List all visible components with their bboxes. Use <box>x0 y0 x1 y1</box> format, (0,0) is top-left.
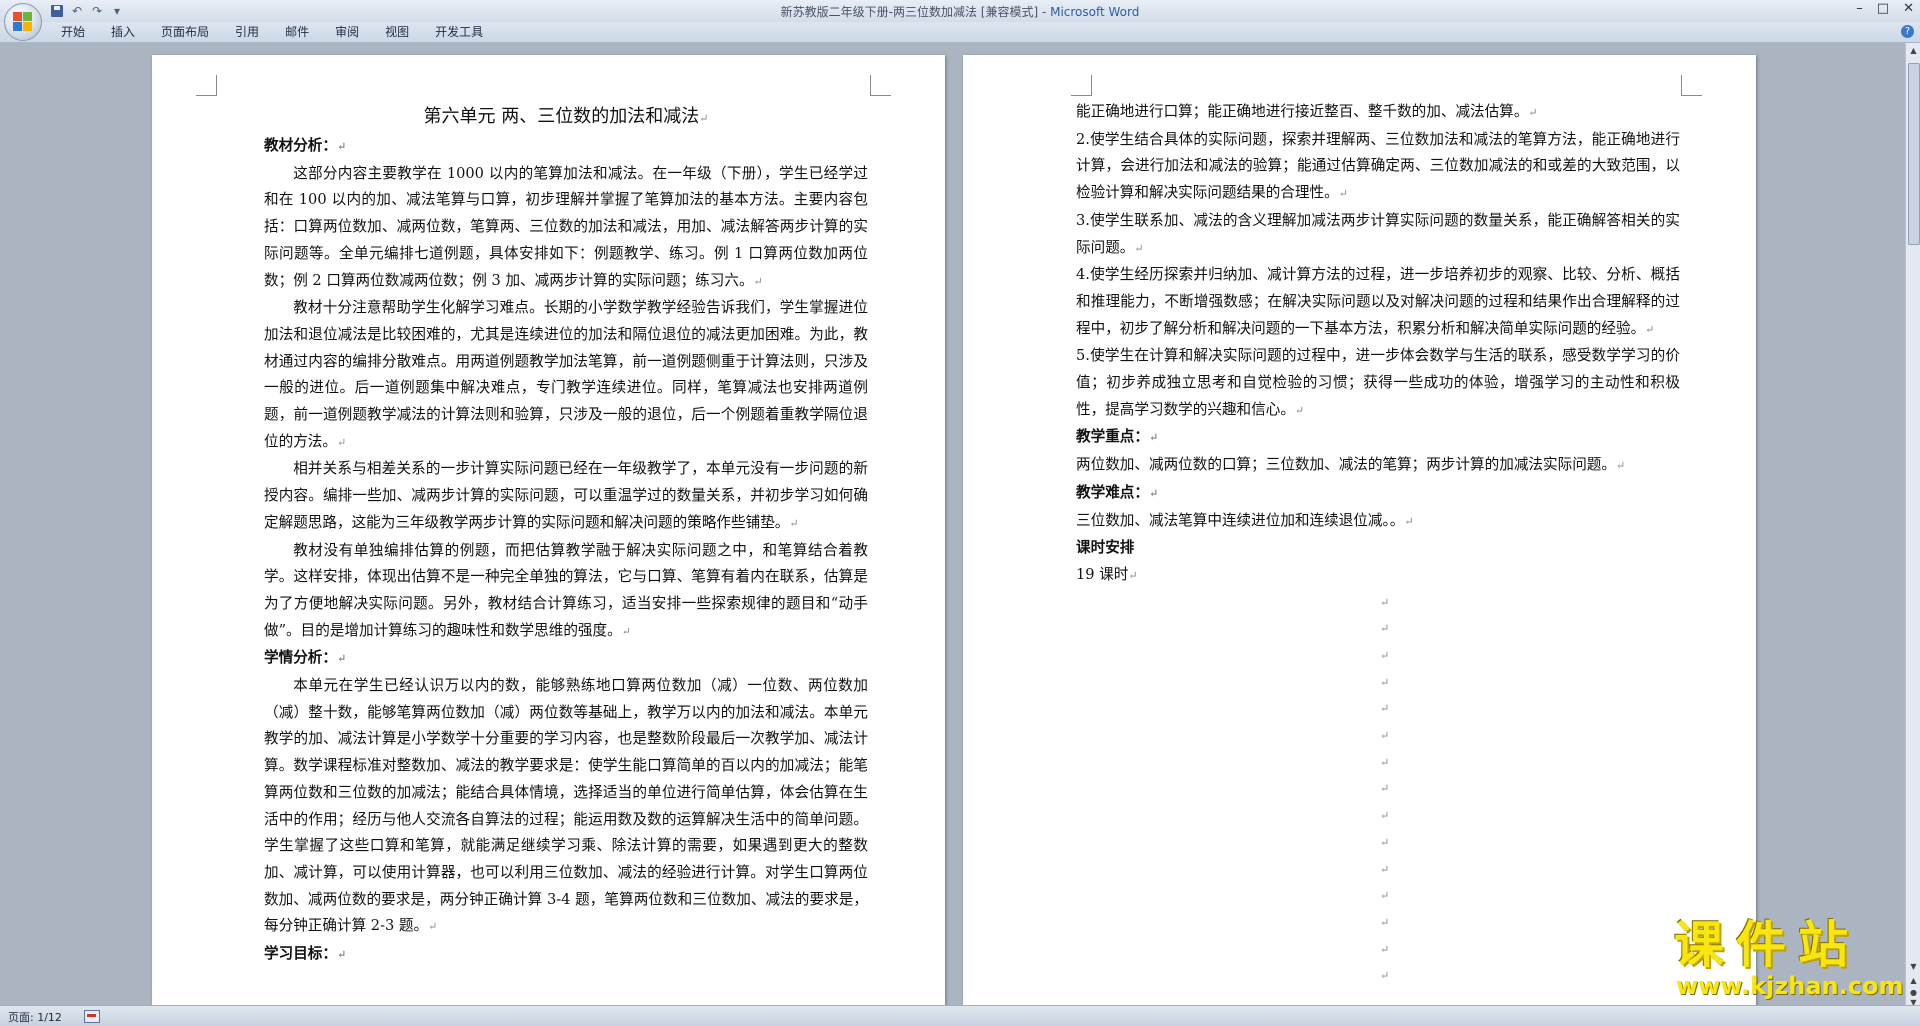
section-heading: 教材分析：↵ <box>264 137 347 154</box>
empty-paragraph: ↵ <box>1380 782 1390 796</box>
document-page-2[interactable]: 能正确地进行口算；能正确地进行接近整百、整千数的加、减法估算。↵ 2.使学生结合… <box>963 55 1756 1005</box>
section-heading: 教学难点：↵ <box>1076 483 1159 501</box>
window-controls: – □ ✕ <box>1856 1 1914 16</box>
section-heading: 学情分析：↵ <box>264 649 347 667</box>
paragraph: 教材十分注意帮助学生化解学习难点。长期的小学数学教学经验告诉我们，学生掌握进位加… <box>264 299 868 450</box>
site-watermark: 课件站 www.kjzhan.com <box>1664 917 1914 1003</box>
crop-mark <box>1071 75 1092 96</box>
paragraph: 2.使学生结合具体的实际问题，探索并理解两、三位数加法和减法的笔算方法，能正确地… <box>1076 130 1680 202</box>
empty-paragraph: ↵ <box>1380 595 1390 609</box>
tab-review[interactable]: 审阅 <box>322 22 372 42</box>
title-bar: ↶ ↷ ▾ 新苏教版二年级下册-两三位数加减法 [兼容模式] - Microso… <box>0 0 1920 22</box>
paragraph: 能正确地进行口算；能正确地进行接近整百、整千数的加、减法估算。↵ <box>1076 103 1538 120</box>
paragraph: 19 课时↵ <box>1076 565 1138 583</box>
paragraph: 相并关系与相差关系的一步计算实际问题已经在一年级教学了，本单元没有一步问题的新授… <box>264 460 868 531</box>
tab-page-layout[interactable]: 页面布局 <box>148 22 222 42</box>
empty-paragraph: ↵ <box>1380 889 1390 903</box>
ribbon: 开始 插入 页面布局 引用 邮件 审阅 视图 开发工具 ? <box>0 22 1920 43</box>
empty-paragraph: ↵ <box>1380 622 1390 636</box>
document-workspace: 第六单元 两、三位数的加法和减法↵ 教材分析：↵ 这部分内容主要教学在 1000… <box>0 43 1905 1005</box>
watermark-url: www.kjzhan.com <box>1676 972 1904 1000</box>
vertical-scrollbar[interactable]: ▲ ▼ ▲ ● ▼ <box>1905 43 1920 1007</box>
doc-title: 第六单元 两、三位数的加法和减法↵ <box>423 106 709 127</box>
crop-mark <box>196 75 217 96</box>
window-title: 新苏教版二年级下册-两三位数加减法 [兼容模式] - Microsoft Wor… <box>0 3 1920 20</box>
section-heading: 学习目标：↵ <box>264 945 347 963</box>
tab-home[interactable]: 开始 <box>48 22 98 42</box>
app-name: Microsoft Word <box>1050 5 1140 19</box>
empty-paragraph: ↵ <box>1380 862 1390 876</box>
watermark-logo-text: 课件站 <box>1674 916 1860 974</box>
tab-insert[interactable]: 插入 <box>98 22 148 42</box>
section-heading: 教学重点：↵ <box>1076 428 1159 446</box>
paragraph: 两位数加、减两位数的口算；三位数加、减法的笔算；两步计算的加减法实际问题。↵ <box>1076 456 1626 474</box>
tab-mailings[interactable]: 邮件 <box>272 22 322 42</box>
tab-developer[interactable]: 开发工具 <box>422 22 496 42</box>
page-1-text: 第六单元 两、三位数的加法和减法↵ 教材分析：↵ 这部分内容主要教学在 1000… <box>264 103 868 969</box>
empty-paragraph: ↵ <box>1380 729 1390 743</box>
page-2-text: 能正确地进行口算；能正确地进行接近整百、整千数的加、减法估算。↵ 2.使学生结合… <box>1076 99 1680 990</box>
document-title: 新苏教版二年级下册-两三位数加减法 [兼容模式] - <box>780 5 1051 19</box>
maximize-button[interactable]: □ <box>1877 1 1889 16</box>
empty-paragraph: ↵ <box>1380 969 1390 983</box>
empty-paragraph: ↵ <box>1380 942 1390 956</box>
empty-paragraph: ↵ <box>1380 675 1390 689</box>
empty-paragraph: ↵ <box>1380 835 1390 849</box>
minimize-button[interactable]: – <box>1856 1 1863 16</box>
scroll-up-icon[interactable]: ▲ <box>1908 45 1919 57</box>
section-heading: 课时安排 <box>1076 539 1135 557</box>
tab-references[interactable]: 引用 <box>222 22 272 42</box>
empty-paragraph: ↵ <box>1380 755 1390 769</box>
paragraph: 这部分内容主要教学在 1000 以内的笔算加法和减法。在一年级（下册），学生已经… <box>264 164 868 289</box>
tab-view[interactable]: 视图 <box>372 22 422 42</box>
paragraph: 3.使学生联系加、减法的含义理解加减法两步计算实际问题的数量关系，能正确解答相关… <box>1076 211 1680 256</box>
paragraph: 教材没有单独编排估算的例题，而把估算教学融于解决实际问题之中，和笔算结合着教学。… <box>264 541 868 639</box>
office-button[interactable] <box>4 3 42 41</box>
crop-mark <box>1681 75 1702 96</box>
paragraph: 5.使学生在计算和解决实际问题的过程中，进一步体会数学与生活的联系，感受数学学习… <box>1076 347 1680 418</box>
paragraph: 三位数加、减法笔算中连续进位加和连续退位减。。↵ <box>1076 511 1414 529</box>
close-button[interactable]: ✕ <box>1903 1 1914 16</box>
paragraph: 本单元在学生已经认识万以内的数，能够熟练地口算两位数加（减）一位数、两位数加（减… <box>264 677 868 935</box>
empty-paragraph: ↵ <box>1380 809 1390 823</box>
ribbon-tabs: 开始 插入 页面布局 引用 邮件 审阅 视图 开发工具 <box>48 22 496 42</box>
help-icon[interactable]: ? <box>1901 25 1914 38</box>
empty-paragraph: ↵ <box>1380 915 1390 929</box>
proofing-status-icon[interactable] <box>84 1010 100 1023</box>
scrollbar-thumb[interactable] <box>1908 63 1920 245</box>
document-page-1[interactable]: 第六单元 两、三位数的加法和减法↵ 教材分析：↵ 这部分内容主要教学在 1000… <box>152 55 945 1005</box>
crop-mark <box>870 75 891 96</box>
office-logo-icon <box>13 12 33 32</box>
empty-paragraph: ↵ <box>1380 702 1390 716</box>
paragraph: 4.使学生经历探索并归纳加、减计算方法的过程，进一步培养初步的观察、比较、分析、… <box>1076 266 1680 337</box>
empty-paragraph: ↵ <box>1380 649 1390 663</box>
page-counter[interactable]: 页面: 1/12 <box>8 1009 62 1025</box>
status-bar: 页面: 1/12 <box>0 1005 1920 1026</box>
